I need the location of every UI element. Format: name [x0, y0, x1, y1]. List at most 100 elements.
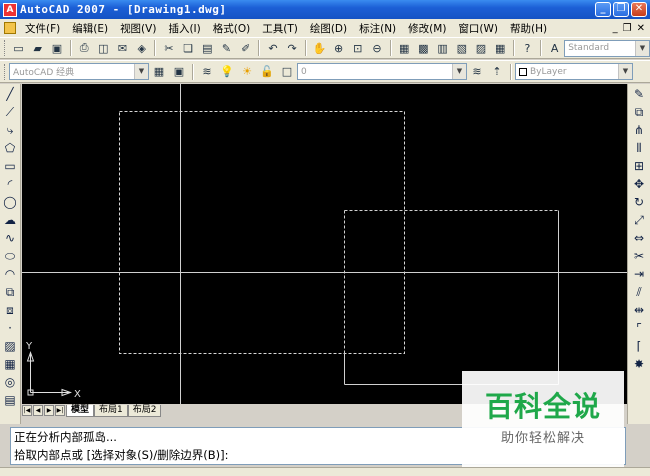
text-style-icon[interactable]: A [547, 40, 562, 56]
table-icon[interactable]: ▤ [2, 393, 18, 408]
dashed-rectangle[interactable] [119, 111, 405, 354]
design-center-icon[interactable]: ▩ [416, 40, 431, 56]
chevron-down-icon[interactable]: ▼ [452, 64, 466, 79]
rectangle-icon[interactable]: ▭ [2, 159, 18, 174]
hatch-icon[interactable]: ▨ [2, 339, 18, 354]
ellipse-icon[interactable]: ⬭ [2, 249, 18, 264]
match-properties-icon[interactable]: ✎ [219, 40, 234, 56]
tab-layout2[interactable]: 布局2 [127, 404, 162, 417]
move-icon[interactable]: ✥ [631, 177, 647, 192]
array-icon[interactable]: ⊞ [631, 159, 647, 174]
first-tab-icon[interactable]: |◀ [22, 405, 32, 416]
scale-icon[interactable]: ⤢ [631, 213, 647, 228]
circle-icon[interactable]: ◯ [2, 195, 18, 210]
sun-icon[interactable]: ☀ [239, 64, 255, 80]
block-editor-icon[interactable]: ✐ [238, 40, 253, 56]
markup-icon[interactable]: ▨ [473, 40, 488, 56]
make-block-icon[interactable]: ⧈ [2, 303, 18, 318]
rotate-icon[interactable]: ↻ [631, 195, 647, 210]
workspace-settings-icon[interactable]: ▦ [151, 64, 167, 80]
stretch-icon[interactable]: ⇔ [631, 231, 647, 246]
zoom-previous-icon[interactable]: ⊖ [369, 40, 384, 56]
menu-dimension[interactable]: 标注(N) [353, 21, 402, 36]
open-file-icon[interactable]: ▰ [30, 40, 45, 56]
menu-draw[interactable]: 绘图(D) [304, 21, 353, 36]
menu-modify[interactable]: 修改(M) [402, 21, 452, 36]
document-icon[interactable] [4, 22, 16, 34]
zoom-realtime-icon[interactable]: ⊕ [331, 40, 346, 56]
polygon-icon[interactable]: ⬠ [2, 141, 18, 156]
layer-previous-icon[interactable]: ⇡ [489, 64, 505, 80]
text-style-combo[interactable]: Standard ▼ [564, 39, 650, 57]
make-current-layer-icon[interactable]: ≋ [469, 64, 485, 80]
workspace-combo[interactable]: AutoCAD 经典 ▼ [9, 63, 149, 80]
join-icon[interactable]: ⇹ [631, 303, 647, 318]
layer-combo[interactable]: 0 ▼ [297, 63, 467, 80]
copy-icon[interactable]: ❏ [181, 40, 196, 56]
break-icon[interactable]: ⫽ [631, 285, 647, 300]
explode-icon[interactable]: ✸ [631, 357, 647, 372]
revision-cloud-icon[interactable]: ☁ [2, 213, 18, 228]
trim-icon[interactable]: ✂ [631, 249, 647, 264]
minimize-button[interactable]: _ [595, 2, 611, 17]
gradient-icon[interactable]: ▦ [2, 357, 18, 372]
restore-button[interactable]: ❐ [613, 2, 629, 17]
help-icon[interactable]: ? [520, 40, 535, 56]
my-workspace-icon[interactable]: ▣ [171, 64, 187, 80]
print-icon[interactable]: ⎙ [77, 40, 92, 56]
zoom-window-icon[interactable]: ⊡ [350, 40, 365, 56]
ellipse-arc-icon[interactable]: ◠ [2, 267, 18, 282]
mirror-icon[interactable]: ⋔ [631, 123, 647, 138]
print-preview-icon[interactable]: ◫ [96, 40, 111, 56]
new-file-icon[interactable]: ▭ [11, 40, 26, 56]
extend-icon[interactable]: ⇥ [631, 267, 647, 282]
last-tab-icon[interactable]: ▶| [55, 405, 65, 416]
save-icon[interactable]: ▣ [49, 40, 64, 56]
tool-palettes-icon[interactable]: ▥ [435, 40, 450, 56]
3d-dwf-icon[interactable]: ◈ [134, 40, 149, 56]
toolbar-grip[interactable] [4, 40, 7, 56]
construction-line-icon[interactable]: ⟋ [2, 105, 18, 120]
chamfer-icon[interactable]: ⌜ [631, 321, 647, 336]
tab-layout1[interactable]: 布局1 [94, 404, 128, 417]
menu-format[interactable]: 格式(O) [207, 21, 256, 36]
prev-tab-icon[interactable]: ◀ [33, 405, 43, 416]
drawing-svg[interactable]: Y X [22, 84, 627, 404]
menu-file[interactable]: 文件(F) [19, 21, 66, 36]
menu-insert[interactable]: 插入(I) [162, 21, 206, 36]
menu-view[interactable]: 视图(V) [114, 21, 162, 36]
offset-icon[interactable]: ⫴ [631, 141, 647, 156]
redo-icon[interactable]: ↷ [285, 40, 300, 56]
close-button[interactable]: ✕ [631, 2, 647, 17]
menu-help[interactable]: 帮助(H) [504, 21, 553, 36]
autocad-logo-icon[interactable]: A [3, 2, 17, 17]
toolbar-grip[interactable] [4, 63, 7, 80]
publish-icon[interactable]: ✉ [115, 40, 130, 56]
menu-window[interactable]: 窗口(W) [452, 21, 504, 36]
spline-icon[interactable]: ∿ [2, 231, 18, 246]
doc-restore-icon[interactable]: ❐ [623, 23, 632, 34]
chevron-down-icon[interactable]: ▼ [634, 40, 649, 56]
doc-minimize-icon[interactable]: _ [613, 23, 618, 34]
properties-icon[interactable]: ▦ [397, 40, 412, 56]
menu-edit[interactable]: 编辑(E) [66, 21, 114, 36]
pan-icon[interactable]: ✋ [312, 40, 327, 56]
line-icon[interactable]: ╱ [2, 87, 18, 102]
region-icon[interactable]: ◎ [2, 375, 18, 390]
tab-model[interactable]: 模型 [66, 404, 95, 417]
layer-manager-icon[interactable]: ≋ [199, 64, 215, 80]
drawing-canvas[interactable]: Y X [22, 84, 627, 404]
next-tab-icon[interactable]: ▶ [44, 405, 54, 416]
paste-icon[interactable]: ▤ [200, 40, 215, 56]
layer-color-icon[interactable]: □ [279, 64, 295, 80]
chevron-down-icon[interactable]: ▼ [134, 64, 148, 79]
lightbulb-icon[interactable]: 💡 [219, 64, 235, 80]
sheet-set-icon[interactable]: ▧ [454, 40, 469, 56]
arc-icon[interactable]: ◜ [2, 177, 18, 192]
chevron-down-icon[interactable]: ▼ [618, 64, 632, 79]
insert-block-icon[interactable]: ⧉ [2, 285, 18, 300]
fillet-icon[interactable]: ⌈ [631, 339, 647, 354]
undo-icon[interactable]: ↶ [265, 40, 280, 56]
erase-icon[interactable]: ✎ [631, 87, 647, 102]
calculator-icon[interactable]: ▦ [493, 40, 508, 56]
